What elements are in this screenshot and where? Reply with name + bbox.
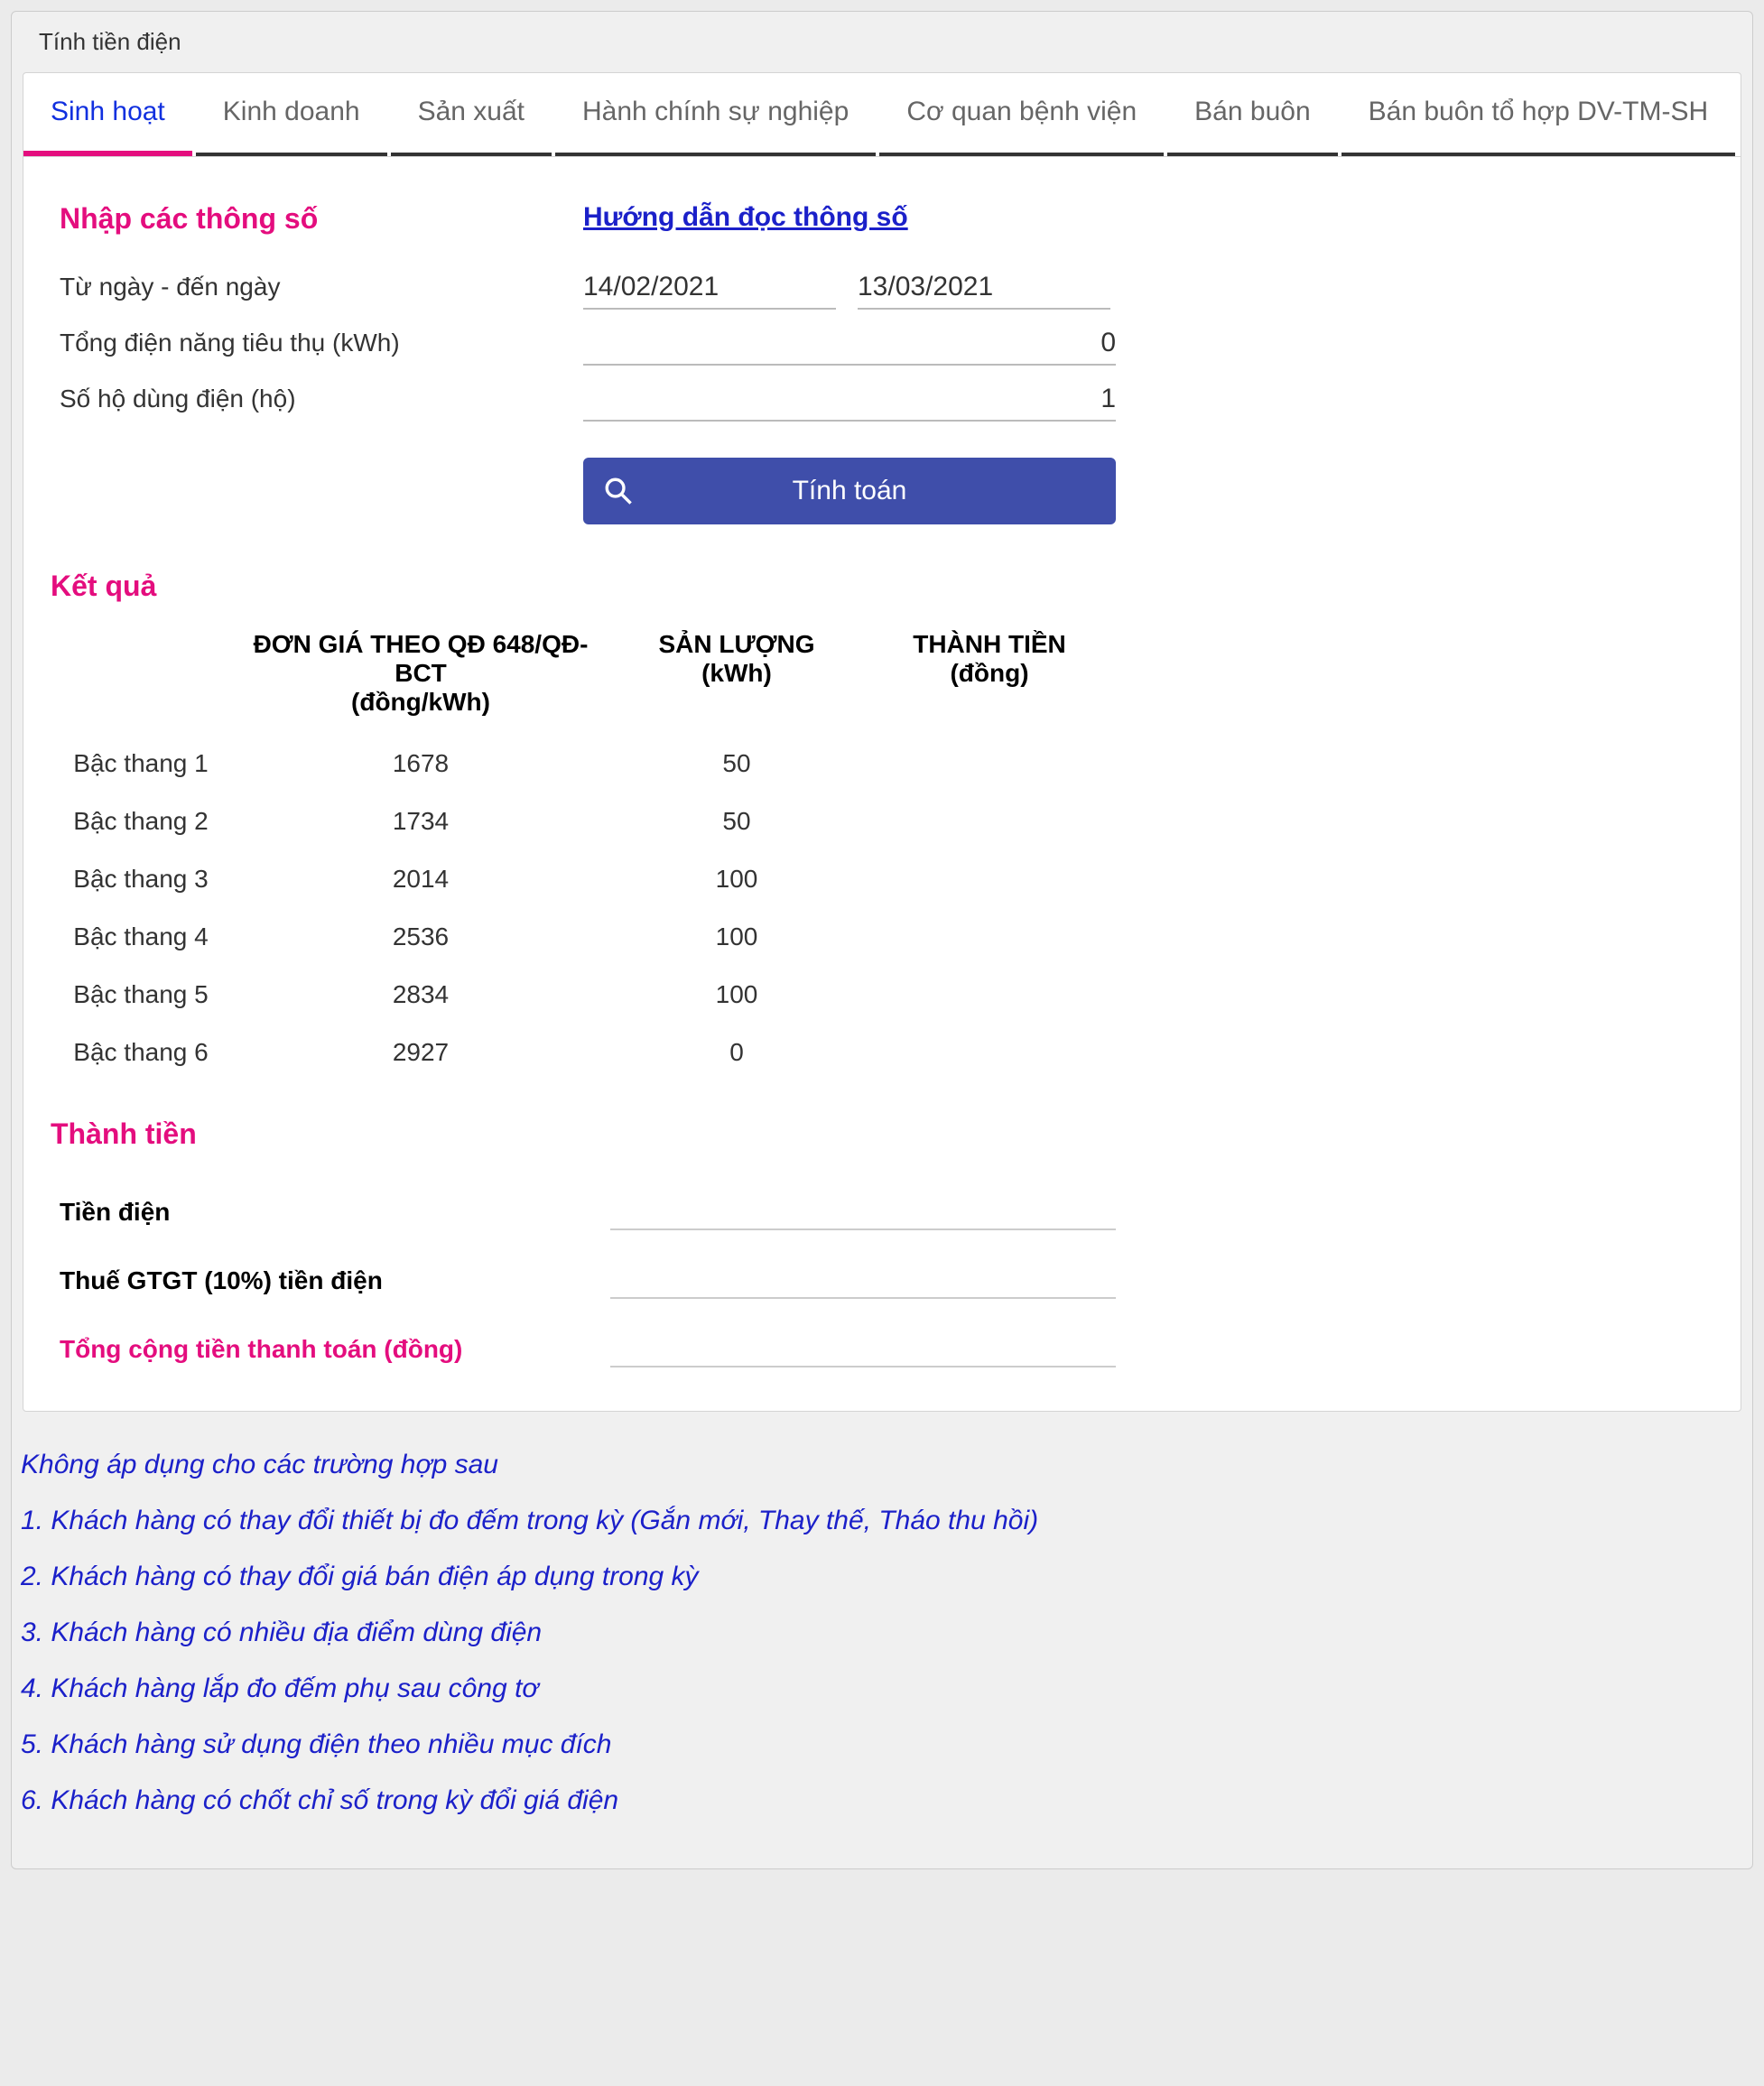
content-area: Sinh hoạtKinh doanhSản xuấtHành chính sự… <box>23 72 1741 1412</box>
note-intro: Không áp dụng cho các trường hợp sau <box>21 1450 1743 1480</box>
tier-label: Bậc thang 5 <box>51 980 231 1009</box>
consumption-label: Tổng điện năng tiêu thụ (kWh) <box>51 329 583 357</box>
consumption-input[interactable] <box>583 328 1116 366</box>
price-value: 1678 <box>231 749 610 778</box>
calculate-button[interactable]: Tính toán <box>583 458 1116 524</box>
price-value: 2536 <box>231 922 610 951</box>
tab-2[interactable]: Sản xuất <box>391 73 552 156</box>
table-row: Bậc thang 629270 <box>51 1024 1170 1081</box>
header-output-2: (kWh) <box>610 659 863 688</box>
output-value: 100 <box>610 922 863 951</box>
table-header: ĐƠN GIÁ THEO QĐ 648/QĐ-BCT (đồng/kWh) SẢ… <box>51 630 1170 717</box>
output-value: 50 <box>610 749 863 778</box>
tab-1[interactable]: Kinh doanh <box>196 73 387 156</box>
calculate-button-label: Tính toán <box>793 476 907 506</box>
panel-title: Tính tiền điện <box>12 12 1752 72</box>
main-panel: Tính tiền điện Sinh hoạtKinh doanhSản xu… <box>11 11 1753 1869</box>
table-row: Bậc thang 1167850 <box>51 735 1170 793</box>
tabs: Sinh hoạtKinh doanhSản xuấtHành chính sự… <box>23 73 1741 157</box>
table-row: Bậc thang 32014100 <box>51 850 1170 908</box>
tab-body: Nhập các thông số Hướng dẫn đọc thông số… <box>23 157 1741 1411</box>
note-item: 1. Khách hàng có thay đổi thiết bị đo đế… <box>21 1506 1743 1536</box>
vat-label: Thuế GTGT (10%) tiền điện <box>51 1266 610 1295</box>
tab-3[interactable]: Hành chính sự nghiệp <box>555 73 876 156</box>
guide-link[interactable]: Hướng dẫn đọc thông số <box>583 202 908 232</box>
electricity-value <box>610 1194 1116 1230</box>
electricity-label: Tiền điện <box>51 1198 610 1227</box>
header-output-1: SẢN LƯỢNG <box>610 630 863 659</box>
tab-5[interactable]: Bán buôn <box>1167 73 1337 156</box>
price-value: 1734 <box>231 807 610 836</box>
date-to-wrapper[interactable] <box>858 272 1110 310</box>
price-value: 2014 <box>231 865 610 894</box>
households-input[interactable] <box>583 384 1116 422</box>
price-value: 2927 <box>231 1038 610 1067</box>
output-value: 100 <box>610 865 863 894</box>
table-row: Bậc thang 42536100 <box>51 908 1170 966</box>
vat-value <box>610 1263 1116 1299</box>
households-label: Số hộ dùng điện (hộ) <box>51 385 583 413</box>
search-icon <box>603 476 634 506</box>
total-label: Tổng cộng tiền thanh toán (đồng) <box>51 1335 610 1364</box>
note-item: 5. Khách hàng sử dụng điện theo nhiều mụ… <box>21 1729 1743 1760</box>
tab-0[interactable]: Sinh hoạt <box>23 73 192 156</box>
note-item: 3. Khách hàng có nhiều địa điểm dùng điệ… <box>21 1618 1743 1648</box>
date-to-input[interactable] <box>858 272 1206 302</box>
date-range-label: Từ ngày - đến ngày <box>51 273 583 301</box>
tab-6[interactable]: Bán buôn tổ hợp DV-TM-SH <box>1342 73 1736 156</box>
output-value: 50 <box>610 807 863 836</box>
total-value <box>610 1331 1116 1367</box>
tier-label: Bậc thang 3 <box>51 865 231 894</box>
header-price-1: ĐƠN GIÁ THEO QĐ 648/QĐ-BCT <box>231 630 610 688</box>
summary-section: Thành tiền Tiền điện Thuế GTGT (10%) tiề… <box>51 1117 1713 1384</box>
header-price-2: (đồng/kWh) <box>231 688 610 717</box>
summary-title: Thành tiền <box>51 1117 1713 1151</box>
notes: Không áp dụng cho các trường hợp sau 1. … <box>12 1423 1752 1868</box>
header-amount-2: (đồng) <box>863 659 1116 688</box>
tab-4[interactable]: Cơ quan bệnh viện <box>879 73 1164 156</box>
note-item: 6. Khách hàng có chốt chỉ số trong kỳ đổ… <box>21 1785 1743 1816</box>
params-title: Nhập các thông số <box>60 202 318 235</box>
tier-label: Bậc thang 1 <box>51 749 231 778</box>
date-from-wrapper[interactable] <box>583 272 836 310</box>
table-row: Bậc thang 52834100 <box>51 966 1170 1024</box>
tier-label: Bậc thang 2 <box>51 807 231 836</box>
note-item: 4. Khách hàng lắp đo đếm phụ sau công tơ <box>21 1673 1743 1704</box>
note-item: 2. Khách hàng có thay đổi giá bán điện á… <box>21 1562 1743 1592</box>
results-table: ĐƠN GIÁ THEO QĐ 648/QĐ-BCT (đồng/kWh) SẢ… <box>51 630 1170 1081</box>
output-value: 100 <box>610 980 863 1009</box>
table-row: Bậc thang 2173450 <box>51 793 1170 850</box>
results-title: Kết quả <box>51 570 1713 603</box>
header-amount-1: THÀNH TIỀN <box>863 630 1116 659</box>
results-section: Kết quả ĐƠN GIÁ THEO QĐ 648/QĐ-BCT (đồng… <box>51 570 1713 1081</box>
tier-label: Bậc thang 6 <box>51 1038 231 1067</box>
price-value: 2834 <box>231 980 610 1009</box>
output-value: 0 <box>610 1038 863 1067</box>
tier-label: Bậc thang 4 <box>51 922 231 951</box>
